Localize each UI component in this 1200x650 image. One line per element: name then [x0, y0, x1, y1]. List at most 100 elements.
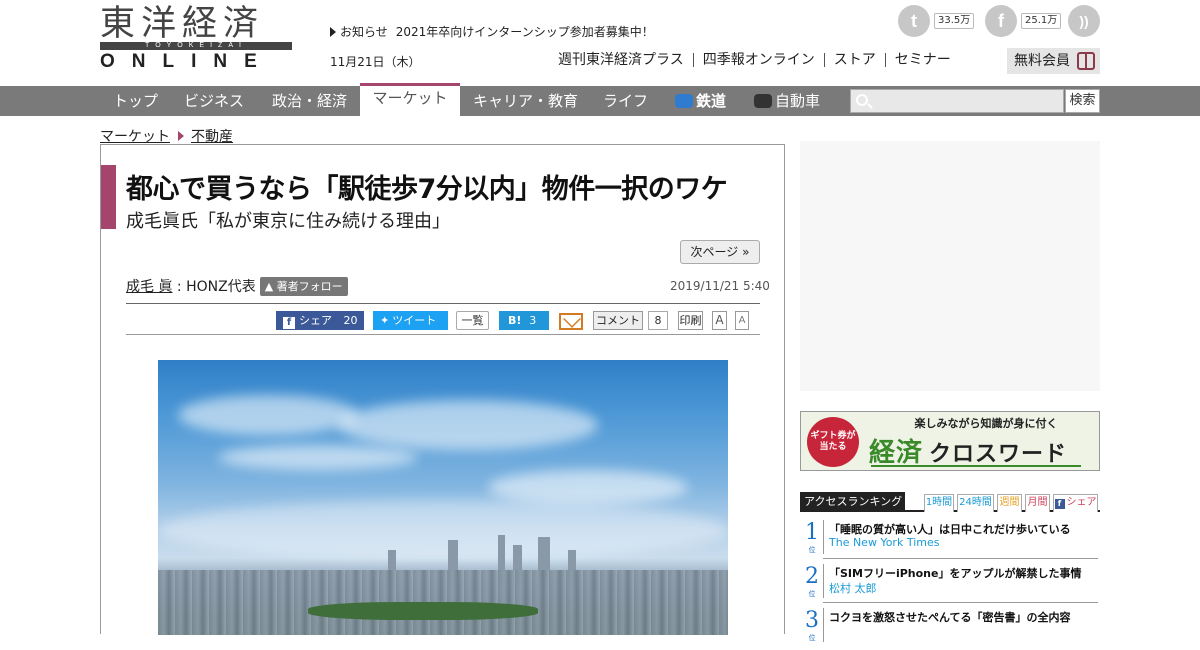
font-size-small-button[interactable]: A: [735, 311, 749, 330]
triangle-right-icon: [178, 131, 184, 141]
nav-automobile-label: 自動車: [775, 92, 821, 110]
nav-automobile[interactable]: 自動車: [754, 86, 820, 116]
rank-title[interactable]: 「睡眠の質が高い人」は日中これだけ歩いている: [829, 521, 1071, 537]
tab-share[interactable]: f シェア: [1053, 494, 1098, 512]
subnav-store[interactable]: ストア: [823, 53, 885, 67]
crossword-banner[interactable]: ギフト券が当たる 楽しみながら知識が身に付く 経済 クロスワード: [800, 411, 1100, 471]
share-toolbar: f シェア 20 ✦ ツイート 一覧 B! 3 コメント 8 印刷 A A: [126, 303, 760, 335]
publish-date: 2019/11/21 5:40: [670, 279, 770, 293]
tab-24hours[interactable]: 24時間: [957, 494, 994, 512]
rank-suffix: 位: [808, 634, 816, 642]
rank-title[interactable]: 「SIMフリーiPhone」をアップルが解禁した事情: [829, 565, 1081, 581]
breadcrumb-real-estate[interactable]: 不動産: [191, 129, 233, 145]
print-button[interactable]: 印刷: [678, 311, 703, 330]
next-page-button[interactable]: 次ページ »: [680, 240, 760, 264]
facebook-share-count: 20: [343, 314, 358, 327]
ranking-item[interactable]: 1 位 「睡眠の質が高い人」は日中これだけ歩いている The New York …: [800, 518, 1100, 562]
banner-underline: [871, 465, 1081, 467]
rank-number: 1: [805, 520, 819, 545]
twitter-bird-icon: ✦: [380, 314, 390, 327]
article-main-image: [158, 360, 728, 635]
person-plus-icon: ▲: [264, 280, 277, 293]
sub-navigation: 週刊東洋経済プラス 四季報オンライン ストア セミナー: [558, 52, 960, 68]
search-input[interactable]: [850, 89, 1064, 113]
search-button[interactable]: 検索: [1065, 89, 1100, 113]
gift-icon: [1077, 52, 1095, 70]
tweet-label: ツイート: [392, 314, 437, 327]
hatena-bookmark-button[interactable]: B! 3: [499, 311, 549, 330]
logo-kanji: 東洋経済: [100, 4, 265, 44]
nav-career-education[interactable]: キャリア・教育: [473, 86, 578, 116]
news-label: お知らせ: [340, 25, 388, 39]
tab-monthly[interactable]: 月間: [1025, 494, 1050, 512]
news-text[interactable]: 2021年卒向けインターンシップ参加者募集中！: [396, 25, 654, 39]
nav-life[interactable]: ライフ: [603, 86, 648, 116]
tab-weekly[interactable]: 週間: [997, 494, 1022, 512]
free-member-button[interactable]: 無料会員: [1007, 48, 1100, 74]
breadcrumb-market[interactable]: マーケット: [100, 129, 170, 145]
social-links: t 33.5万 f 25.1万 )): [898, 5, 1100, 37]
nav-railway[interactable]: 鉄道: [675, 86, 726, 116]
subnav-shikiho[interactable]: 四季報オンライン: [692, 53, 824, 67]
ranking-title: アクセスランキング: [800, 492, 905, 512]
rank-title[interactable]: コクヨを激怒させたぺんてる「密告書」の全内容: [829, 609, 1070, 625]
main-navigation: トップ ビジネス 政治・経済 マーケット キャリア・教育 ライフ 鉄道 自動車 …: [0, 83, 1200, 116]
subnav-seminar[interactable]: セミナー: [884, 53, 960, 67]
nav-railway-label: 鉄道: [696, 92, 727, 110]
tab-1hour[interactable]: 1時間: [924, 494, 954, 512]
twitter-follower-count: 33.5万: [934, 13, 975, 29]
access-ranking: アクセスランキング 1時間 24時間 週間 月間 f シェア 1 位 「睡眠の質が…: [800, 492, 1100, 642]
rank-author[interactable]: 松村 太郎: [829, 580, 877, 596]
train-icon: [675, 94, 693, 108]
facebook-share-label: シェア: [299, 314, 332, 327]
advertisement-slot[interactable]: [800, 141, 1100, 391]
ranking-item[interactable]: 2 位 「SIMフリーiPhone」をアップルが解禁した事情 松村 太郎: [800, 562, 1100, 606]
banner-title-keizai: 経済: [869, 438, 924, 468]
mail-icon[interactable]: [559, 313, 583, 330]
ranking-item[interactable]: 3 位 コクヨを激怒させたぺんてる「密告書」の全内容: [800, 606, 1100, 650]
rank-number: 2: [805, 564, 819, 589]
news-announcement[interactable]: お知らせ 2021年卒向けインターンシップ参加者募集中！: [330, 23, 654, 40]
author-name[interactable]: 成毛 眞: [126, 279, 172, 295]
article-container: 都心で買うなら「駅徒歩7分以内」物件一択のワケ 成毛眞氏「私が東京に住み続ける理…: [100, 144, 785, 635]
subnav-weekly-plus[interactable]: 週刊東洋経済プラス: [558, 53, 693, 67]
facebook-share-button[interactable]: f シェア 20: [276, 311, 364, 330]
facebook-follower-count: 25.1万: [1021, 13, 1062, 29]
twitter-icon[interactable]: t: [898, 5, 930, 37]
tweet-list-button[interactable]: 一覧: [456, 311, 489, 330]
rss-icon[interactable]: )): [1068, 5, 1100, 37]
follow-author-button[interactable]: ▲ 著者フォロー: [259, 277, 348, 296]
rank-suffix: 位: [808, 546, 816, 554]
nav-business[interactable]: ビジネス: [184, 86, 244, 116]
title-accent-bar: [101, 165, 116, 229]
nav-market[interactable]: マーケット: [360, 83, 460, 116]
banner-title: 経済 クロスワード: [869, 432, 1067, 469]
nav-politics-economy[interactable]: 政治・経済: [272, 86, 347, 116]
comment-count: 8: [648, 311, 668, 330]
twitter-tweet-button[interactable]: ✦ ツイート: [373, 311, 448, 330]
hatena-count: 3: [529, 314, 537, 327]
comment-button[interactable]: コメント: [593, 311, 643, 330]
follow-label: 著者フォロー: [276, 280, 343, 293]
member-label: 無料会員: [1014, 53, 1070, 69]
facebook-icon[interactable]: f: [985, 5, 1017, 37]
site-logo[interactable]: 東洋経済 TOYOKEIZAI ONLINE: [100, 4, 292, 72]
gift-badge: ギフト券が当たる: [807, 417, 859, 467]
facebook-icon: f: [1054, 499, 1065, 509]
hatena-label: B!: [508, 314, 522, 327]
current-date: 11月21日（木）: [330, 55, 421, 69]
banner-title-crossword: クロスワード: [929, 442, 1068, 467]
rank-suffix: 位: [808, 590, 816, 598]
author-role: HONZ代表: [186, 279, 256, 295]
rank-author[interactable]: The New York Times: [829, 536, 939, 549]
car-icon: [754, 94, 772, 108]
nav-top[interactable]: トップ: [113, 86, 158, 116]
rank-number: 3: [805, 608, 819, 633]
logo-band: TOYOKEIZAI: [100, 42, 292, 50]
font-size-large-button[interactable]: A: [712, 311, 727, 330]
article-title: 都心で買うなら「駅徒歩7分以内」物件一択のワケ: [126, 174, 728, 205]
site-header: 東洋経済 TOYOKEIZAI ONLINE お知らせ 2021年卒向けインターン…: [0, 0, 1200, 86]
search-icon: [856, 94, 868, 106]
breadcrumb: マーケット 不動産: [100, 126, 233, 146]
article-subtitle: 成毛眞氏「私が東京に住み続ける理由」: [126, 211, 450, 232]
